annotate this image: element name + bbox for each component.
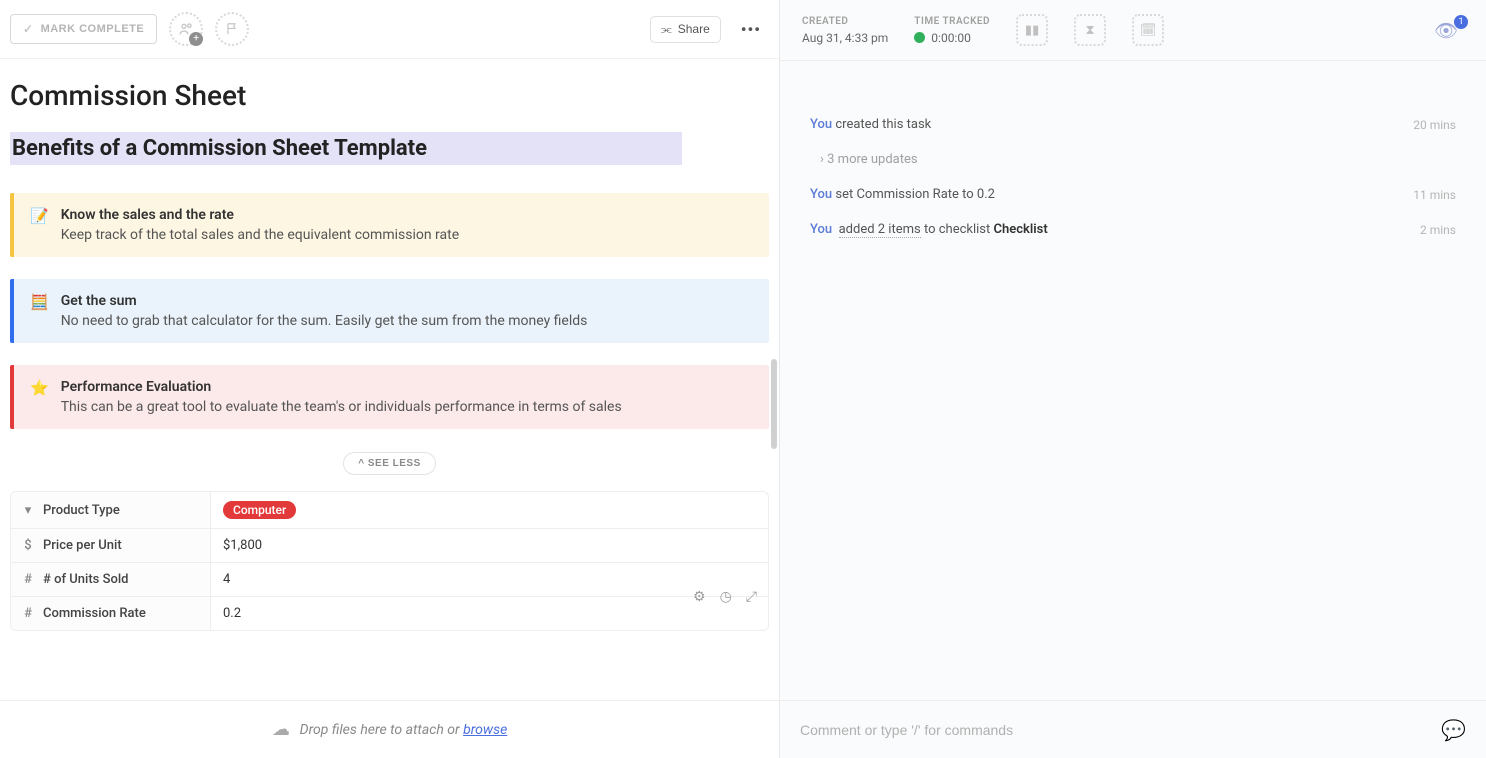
activity-actor[interactable]: You xyxy=(810,187,832,202)
callout-desc: Keep track of the total sales and the eq… xyxy=(61,227,459,243)
mark-complete-button[interactable]: ✓ MARK COMPLETE xyxy=(10,14,157,44)
field-row-product-type[interactable]: ▾ Product Type Computer xyxy=(11,492,768,529)
abacus-icon: 🧮 xyxy=(30,293,49,329)
history-icon[interactable]: ◷ xyxy=(720,589,732,605)
memo-icon: 📝 xyxy=(30,207,49,243)
flag-icon xyxy=(225,22,239,36)
attachment-dropzone[interactable]: ☁ Drop files here to attach or browse xyxy=(0,700,779,758)
time-label: TIME TRACKED xyxy=(914,16,990,27)
share-icon: ⫘ xyxy=(661,22,672,37)
more-updates-toggle[interactable]: › 3 more updates xyxy=(820,152,1456,167)
subtitle-text: Benefits of a Commission Sheet Template xyxy=(12,136,427,161)
check-icon: ✓ xyxy=(23,22,34,36)
activity-row: You created this task 20 mins xyxy=(810,117,1456,132)
callout-title: Get the sum xyxy=(61,293,588,309)
plus-badge-icon: + xyxy=(189,32,203,46)
priority-flag[interactable] xyxy=(215,12,249,46)
due-date-button[interactable]: 🗓 xyxy=(1132,14,1164,46)
assignee-add[interactable]: + xyxy=(169,12,203,46)
created-meta: CREATED Aug 31, 4:33 pm xyxy=(802,16,888,45)
field-row-commission-rate[interactable]: # Commission Rate 0.2 xyxy=(11,597,768,630)
callout-desc: No need to grab that calculator for the … xyxy=(61,313,588,329)
settings-icon[interactable]: ⚙ xyxy=(693,589,706,605)
expand-icon[interactable]: ⤢ xyxy=(746,589,757,605)
field-value[interactable]: $1,800 xyxy=(211,529,768,562)
attach-text: Drop files here to attach or xyxy=(300,722,463,738)
hash-icon: # xyxy=(21,606,35,621)
field-value[interactable]: 4 xyxy=(211,563,768,596)
created-label: CREATED xyxy=(802,16,888,27)
field-label: Commission Rate xyxy=(43,606,146,621)
mark-complete-label: MARK COMPLETE xyxy=(41,23,145,35)
activity-time: 2 mins xyxy=(1420,223,1456,237)
activity-feed: You created this task 20 mins › 3 more u… xyxy=(780,61,1486,700)
field-value[interactable]: 0.2 xyxy=(211,597,768,630)
browse-link[interactable]: browse xyxy=(463,722,507,738)
dollar-icon: $ xyxy=(21,538,35,553)
activity-link[interactable]: added 2 items xyxy=(839,222,921,238)
see-less-button[interactable]: ^ SEE LESS xyxy=(343,452,436,475)
share-label: Share xyxy=(678,22,710,36)
callout-desc: This can be a great tool to evaluate the… xyxy=(61,399,622,415)
play-icon[interactable] xyxy=(914,32,925,43)
callout-title: Performance Evaluation xyxy=(61,379,622,395)
watchers-button[interactable]: 👁 1 xyxy=(1434,19,1464,41)
activity-actor[interactable]: You xyxy=(810,222,832,237)
callout-get-sum[interactable]: 🧮 Get the sum No need to grab that calcu… xyxy=(10,279,769,343)
comment-input[interactable] xyxy=(800,722,1441,738)
field-row-price[interactable]: $ Price per Unit $1,800 xyxy=(11,529,768,563)
activity-time: 20 mins xyxy=(1413,118,1456,132)
cloud-upload-icon: ☁ xyxy=(272,719,290,740)
activity-text: created this task xyxy=(832,117,931,132)
subtitle-highlight[interactable]: Benefits of a Commission Sheet Template xyxy=(10,132,682,165)
watch-count: 1 xyxy=(1454,15,1468,29)
dropdown-icon: ▾ xyxy=(21,503,35,518)
send-icon[interactable]: 💬 xyxy=(1441,718,1466,742)
created-value: Aug 31, 4:33 pm xyxy=(802,31,888,45)
custom-fields-table: ▾ Product Type Computer $ Price per Unit $… xyxy=(10,491,769,631)
field-label: Product Type xyxy=(43,503,120,518)
time-value: 0:00:00 xyxy=(931,31,971,45)
estimate-button[interactable]: ⧗ xyxy=(1074,14,1106,46)
activity-text: set Commission Rate to 0.2 xyxy=(832,187,995,202)
task-title[interactable]: Commission Sheet xyxy=(10,79,769,112)
activity-row: You set Commission Rate to 0.2 11 mins xyxy=(810,187,1456,202)
callout-performance[interactable]: ⭐ Performance Evaluation This can be a g… xyxy=(10,365,769,429)
field-row-units[interactable]: # # of Units Sold 4 xyxy=(11,563,768,597)
start-date-button[interactable]: ▮▮ xyxy=(1016,14,1048,46)
checklist-name[interactable]: Checklist xyxy=(994,222,1048,237)
activity-actor[interactable]: You xyxy=(810,117,832,132)
callout-title: Know the sales and the rate xyxy=(61,207,459,223)
field-label: Price per Unit xyxy=(43,538,122,553)
field-label: # of Units Sold xyxy=(43,572,128,587)
activity-time: 11 mins xyxy=(1413,188,1456,202)
activity-row: You added 2 items to checklist Checklist… xyxy=(810,222,1456,237)
more-menu-button[interactable]: ••• xyxy=(733,16,769,43)
scrollbar-thumb[interactable] xyxy=(771,359,777,449)
time-tracked-meta[interactable]: TIME TRACKED 0:00:00 xyxy=(914,16,990,45)
callout-know-sales[interactable]: 📝 Know the sales and the rate Keep track… xyxy=(10,193,769,257)
activity-text: to checklist xyxy=(924,222,994,237)
product-type-tag[interactable]: Computer xyxy=(223,501,296,519)
hash-icon: # xyxy=(21,572,35,587)
star-icon: ⭐ xyxy=(30,379,49,415)
share-button[interactable]: ⫘ Share xyxy=(650,16,721,43)
